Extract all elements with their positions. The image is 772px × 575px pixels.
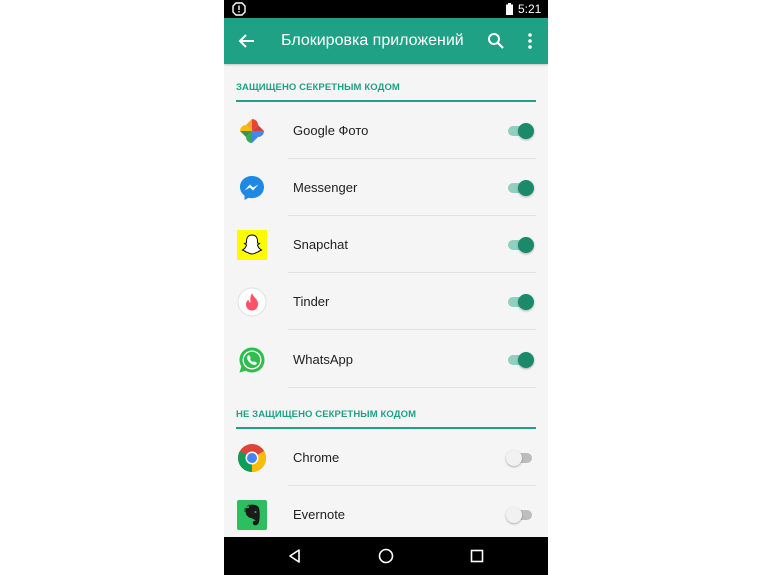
page-title: Блокировка приложений [281,32,464,49]
app-name: Evernote [293,507,346,522]
more-vert-icon[interactable] [520,31,540,51]
app-name: Messenger [293,180,358,195]
whatsapp-icon [239,347,265,373]
lock-toggle[interactable] [506,179,534,197]
search-icon[interactable] [486,31,506,51]
app-name: Google Фото [293,123,369,138]
navigation-bar [224,537,548,575]
lock-toggle[interactable] [506,351,534,369]
battery-icon [506,3,513,15]
app-name: Chrome [293,450,340,465]
section-header-label: НЕ ЗАЩИЩЕНО СЕКРЕТНЫМ КОДОМ [236,409,417,420]
lock-toggle[interactable] [506,122,534,140]
list-item-tinder[interactable]: Tinder [224,273,548,330]
evernote-icon [237,500,267,530]
lock-toggle[interactable] [506,293,534,311]
google-photos-icon [240,119,264,143]
app-name: Tinder [293,294,330,309]
status-bar: 5:21 [224,0,548,18]
nav-recents-icon[interactable] [468,547,486,565]
section-header-unprotected: НЕ ЗАЩИЩЕНО СЕКРЕТНЫМ КОДОМ [236,407,536,429]
list-item-evernote[interactable]: Evernote [224,486,548,543]
phone-screen: 5:21 Блокировка приложений ЗАЩИЩЕНО СЕКР… [224,0,548,575]
warning-icon [232,2,246,16]
chrome-icon [238,444,266,472]
section-header-label: ЗАЩИЩЕНО СЕКРЕТНЫМ КОДОМ [236,82,400,93]
app-bar: Блокировка приложений [224,18,548,64]
list-item-chrome[interactable]: Chrome [224,429,548,486]
status-time: 5:21 [518,2,542,16]
lock-toggle[interactable] [506,506,534,524]
messenger-icon [240,176,264,200]
back-arrow-icon[interactable] [236,30,258,52]
nav-back-icon[interactable] [286,547,304,565]
lock-toggle[interactable] [506,449,534,467]
nav-home-icon[interactable] [377,547,395,565]
app-name: Snapchat [293,237,348,252]
list-item-messenger[interactable]: Messenger [224,159,548,216]
tinder-icon [237,287,267,317]
section-header-protected: ЗАЩИЩЕНО СЕКРЕТНЫМ КОДОМ [236,80,536,102]
lock-toggle[interactable] [506,236,534,254]
list-item-whatsapp[interactable]: WhatsApp [224,331,548,388]
list-item-google-photos[interactable]: Google Фото [224,102,548,159]
list-item-snapchat[interactable]: Snapchat [224,216,548,273]
snapchat-icon [237,230,267,260]
app-name: WhatsApp [293,352,353,367]
